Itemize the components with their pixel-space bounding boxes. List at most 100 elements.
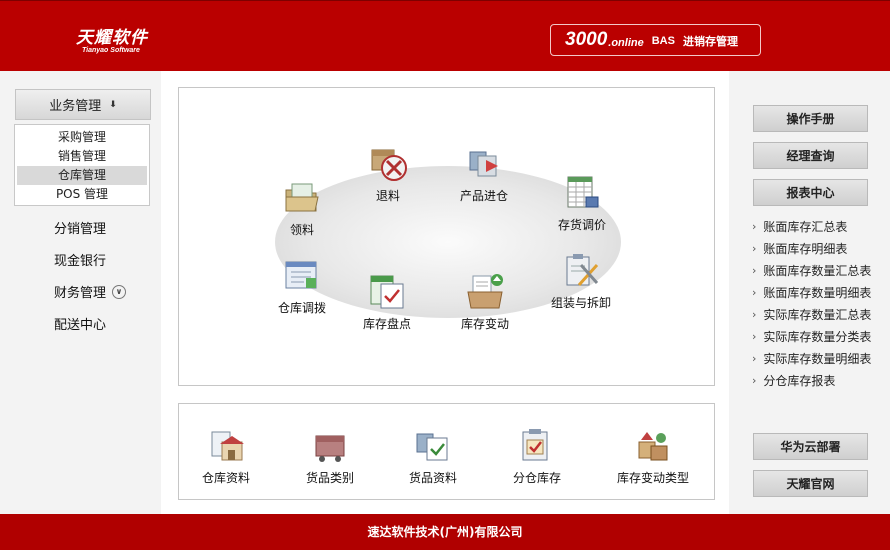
left-sidebar: 业务管理 ⬇︎ 采购管理 销售管理 仓库管理 POS 管理 分销管理 现金银行 … [0,71,161,514]
report-link-label: 实际库存数量分类表 [763,330,872,344]
chevron-right-icon: › [752,352,757,365]
report-link-label: 账面库存明细表 [763,242,848,256]
logo-subtitle: Tianyao Software [82,47,140,54]
tile-material-requisition[interactable]: 领料 [257,178,347,238]
tile-label: 退料 [375,189,400,203]
tile-branch-inventory[interactable]: 分仓库存 [492,426,582,486]
business-management-label: 业务管理 [49,99,102,114]
product-number: 3000 [565,29,608,50]
header-bar: 天耀软件 Tianyao Software 3000 .online BAS 进… [0,0,890,71]
goods-cart-icon [315,435,345,462]
chevron-down-icon: ⬇︎ [109,99,117,110]
tile-label: 分仓库存 [512,471,561,485]
tile-goods-category[interactable]: 货品类别 [285,426,375,486]
report-link-label: 实际库存数量明细表 [763,352,872,366]
tile-label: 库存盘点 [362,317,411,331]
tile-goods-data[interactable]: 货品资料 [388,426,478,486]
business-management-button[interactable]: 业务管理 ⬇︎ [15,89,151,120]
submenu-item-sales[interactable]: 销售管理 [17,147,147,166]
tile-label: 库存变动类型 [616,471,689,485]
inventory-count-icon [370,275,404,309]
product-badge: 3000 .online BAS 进销存管理 [550,24,761,56]
product-online: .online [608,36,644,49]
goods-data-icon [416,433,448,461]
tile-label: 货品资料 [408,471,457,485]
return-material-icon [371,149,407,181]
chevron-right-icon: › [752,308,757,321]
report-center-button[interactable]: 报表中心 [753,179,868,206]
folder-icon [285,183,319,212]
report-link[interactable]: › 账面库存汇总表 [752,218,847,235]
transfer-document-icon [285,261,317,289]
manager-query-button[interactable]: 经理查询 [753,142,868,169]
sidebar-item-label: 配送中心 [54,318,107,333]
official-site-button[interactable]: 天耀官网 [753,470,868,497]
right-sidebar: 操作手册 经理查询 报表中心 › 账面库存汇总表 › 账面库存明细表 › 账面库存数量… [729,71,890,514]
submenu-item-warehouse[interactable]: 仓库管理 [17,166,147,185]
report-link[interactable]: › 实际库存数量明细表 [752,350,871,367]
spreadsheet-icon [567,176,599,208]
footer-bar: 速达软件技术(广州)有限公司 [0,514,890,550]
boxes-icon [638,432,668,461]
sidebar-item-label: 分销管理 [54,222,107,237]
chevron-right-icon: › [752,286,757,299]
product-bas: BAS [651,35,675,47]
huawei-cloud-button[interactable]: 华为云部署 [753,433,868,460]
tile-label: 领料 [289,223,314,237]
sidebar-item-label: 财务管理 [54,286,107,301]
chevron-right-icon: › [752,374,757,387]
report-link[interactable]: › 账面库存数量汇总表 [752,262,871,279]
sidebar-item-finance[interactable]: 财务管理 ∨ [54,282,127,301]
tile-assembly-disassembly[interactable]: 组装与拆卸 [536,251,626,311]
chevron-right-icon: › [752,330,757,343]
tile-label: 库存变动 [460,317,509,331]
chevron-circle-down-icon[interactable]: ∨ [112,284,127,299]
chevron-right-icon: › [752,264,757,277]
tile-label: 存货调价 [557,218,606,232]
footer-company: 速达软件技术(广州)有限公司 [367,525,523,539]
product-name: 进销存管理 [682,35,738,48]
tile-product-in[interactable]: 产品进仓 [439,144,529,204]
brand-logo: 天耀软件 Tianyao Software [76,23,148,54]
tile-warehouse-data[interactable]: 仓库资料 [181,426,271,486]
tile-inventory-change-type[interactable]: 库存变动类型 [608,426,698,486]
inbox-upload-icon [467,274,503,309]
chevron-right-icon: › [752,220,757,233]
report-link-label: 账面库存汇总表 [763,220,848,234]
sidebar-item-cash-bank[interactable]: 现金银行 [54,250,106,269]
clipboard-check-icon [522,429,548,461]
report-link-label: 实际库存数量汇总表 [763,308,872,322]
tile-inventory-count[interactable]: 库存盘点 [342,272,432,332]
sidebar-item-delivery[interactable]: 配送中心 [54,314,106,333]
sidebar-item-label: 现金银行 [54,254,107,269]
business-submenu: 采购管理 销售管理 仓库管理 POS 管理 [14,124,150,206]
tile-inventory-price-adjust[interactable]: 存货调价 [537,173,627,233]
tools-clipboard-icon [566,254,599,287]
report-link-label: 分仓库存报表 [763,374,836,388]
report-link[interactable]: › 实际库存数量汇总表 [752,306,871,323]
tile-return-material[interactable]: 退料 [343,144,433,204]
tile-label: 货品类别 [305,471,354,485]
report-link-label: 账面库存数量明细表 [763,286,872,300]
tile-label: 组装与拆卸 [550,296,611,310]
chevron-right-icon: › [752,242,757,255]
product-in-icon [469,151,498,177]
report-link[interactable]: › 账面库存明细表 [752,240,847,257]
warehouse-workflow-panel: 退料 产品进仓 领料 存货调价 仓库调拨 组装与拆卸 库存盘点 库存变动 [178,87,715,386]
app-window: 天耀软件 Tianyao Software 3000 .online BAS 进… [0,0,890,550]
tile-warehouse-transfer[interactable]: 仓库调拨 [257,256,347,316]
tile-label: 仓库调拨 [277,301,326,315]
report-link[interactable]: › 账面库存数量明细表 [752,284,871,301]
tile-inventory-change[interactable]: 库存变动 [440,272,530,332]
sidebar-item-distribution[interactable]: 分销管理 [54,218,106,237]
tile-label: 仓库资料 [201,471,250,485]
submenu-item-pos[interactable]: POS 管理 [17,185,147,204]
warehouse-icon [211,431,244,461]
manual-button[interactable]: 操作手册 [753,105,868,132]
report-link[interactable]: › 实际库存数量分类表 [752,328,871,345]
logo-title: 天耀软件 [76,28,148,48]
report-link[interactable]: › 分仓库存报表 [752,372,835,389]
base-data-panel: 仓库资料 货品类别 货品资料 分仓库存 库存变动类型 [178,403,715,500]
report-link-label: 账面库存数量汇总表 [763,264,872,278]
submenu-item-purchase[interactable]: 采购管理 [17,128,147,147]
